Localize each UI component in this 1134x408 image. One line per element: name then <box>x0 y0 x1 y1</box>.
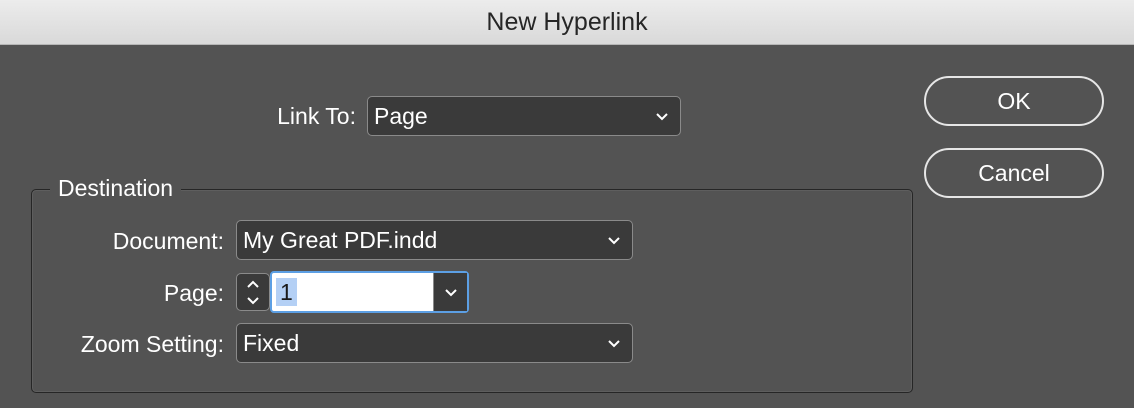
title-bar[interactable]: New Hyperlink <box>0 0 1134 45</box>
zoom-setting-label: Zoom Setting: <box>80 331 224 357</box>
chevron-down-icon <box>656 113 668 121</box>
page-combo[interactable]: 1 <box>270 271 469 313</box>
document-value: My Great PDF.indd <box>243 227 438 253</box>
link-to-select[interactable]: Page <box>367 96 681 136</box>
destination-legend: Destination <box>50 172 182 204</box>
zoom-setting-select[interactable]: Fixed <box>236 323 633 363</box>
document-select[interactable]: My Great PDF.indd <box>236 220 633 260</box>
page-label: Page: <box>163 280 224 306</box>
page-input[interactable]: 1 <box>276 278 297 306</box>
page-stepper[interactable] <box>236 273 270 311</box>
document-label: Document: <box>112 228 224 254</box>
window-title: New Hyperlink <box>486 8 648 36</box>
chevron-down-icon <box>608 237 620 245</box>
page-dropdown-button[interactable] <box>433 273 467 311</box>
chevron-up-icon[interactable] <box>243 277 263 291</box>
ok-button[interactable]: OK <box>924 76 1104 126</box>
chevron-down-icon[interactable] <box>243 294 263 308</box>
cancel-button[interactable]: Cancel <box>924 148 1104 198</box>
link-to-value: Page <box>374 103 428 129</box>
new-hyperlink-dialog: New Hyperlink Link To: Page OK Cancel De… <box>0 0 1134 408</box>
chevron-down-icon <box>608 340 620 348</box>
chevron-down-icon <box>445 289 457 297</box>
link-to-label: Link To: <box>277 103 356 129</box>
zoom-setting-value: Fixed <box>243 330 300 356</box>
